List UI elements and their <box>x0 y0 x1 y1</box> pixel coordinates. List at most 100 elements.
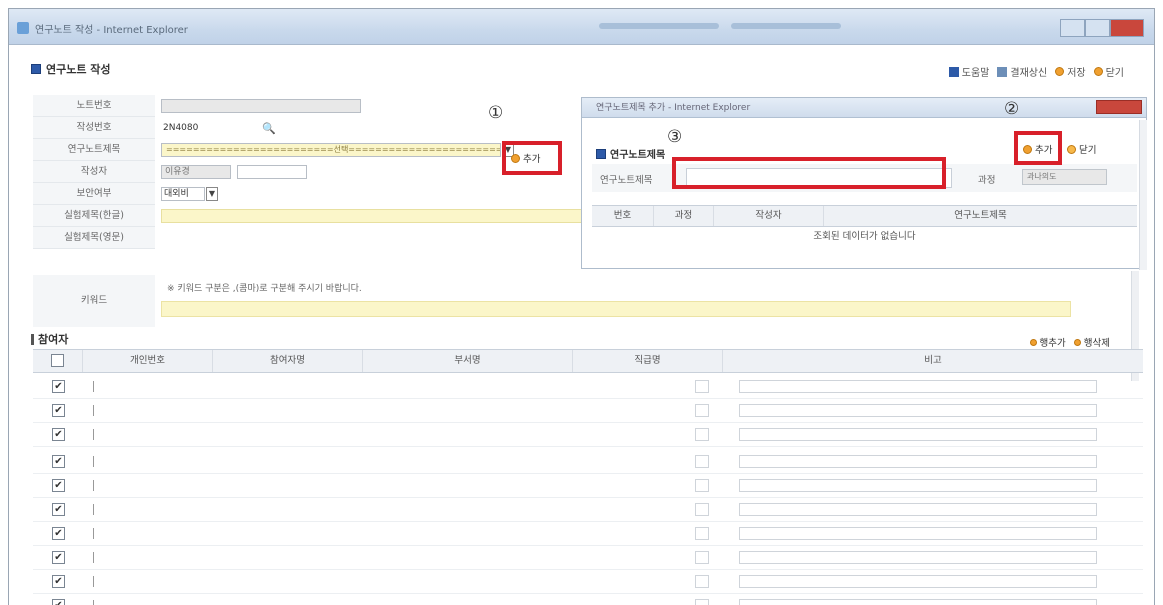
remarks-input[interactable] <box>739 404 1097 417</box>
remarks-input[interactable] <box>739 503 1097 516</box>
popup-close-button[interactable] <box>1096 100 1142 114</box>
maximize-button[interactable] <box>1084 19 1110 37</box>
form-row-exp-title-kr: 실험제목(한글) <box>33 205 583 227</box>
row-checkbox[interactable]: ✔ <box>52 503 65 516</box>
keyword-input[interactable] <box>161 301 1071 317</box>
add-row-button[interactable]: 행추가 <box>1029 335 1066 349</box>
col-remarks: 비고 <box>924 355 942 366</box>
row-checkbox[interactable]: ✔ <box>52 575 65 588</box>
row-checkbox[interactable]: ✔ <box>52 551 65 564</box>
position-lookup-button[interactable] <box>695 380 709 393</box>
participant-row: ✔ <box>33 498 1143 522</box>
orange-dot-icon <box>1067 144 1076 154</box>
delete-row-button[interactable]: 행삭제 <box>1073 335 1110 349</box>
save-button[interactable]: 저장 <box>1055 64 1086 79</box>
internet-explorer-icon <box>17 22 29 34</box>
position-lookup-button[interactable] <box>695 575 709 588</box>
row-checkbox[interactable]: ✔ <box>52 599 65 605</box>
annotation-number-1: ① <box>488 103 504 123</box>
keyword-hint: ※ 키워드 구분은 ,(콤마)로 구분해 주시기 바랍니다. <box>167 284 362 294</box>
remarks-input[interactable] <box>739 599 1097 605</box>
participant-row: ✔ <box>33 423 1143 447</box>
page-title-text: 연구노트 작성 <box>46 63 111 76</box>
creator-no-label: 작성번호 <box>33 117 155 139</box>
popup-empty-message: 조회된 데이터가 없습니다 <box>813 231 916 242</box>
minimize-button[interactable] <box>1060 19 1085 37</box>
note-no-field <box>161 99 361 113</box>
position-lookup-button[interactable] <box>695 599 709 605</box>
popup-scrollbar[interactable] <box>1139 120 1147 270</box>
add-title-button[interactable]: 추가 <box>511 151 540 165</box>
participant-row: ✔ <box>33 522 1143 546</box>
form-row-exp-title-en: 실험제목(영문) <box>33 227 583 249</box>
exp-title-kr-label: 실험제목(한글) <box>33 205 155 227</box>
row-checkbox[interactable]: ✔ <box>52 380 65 393</box>
remarks-input[interactable] <box>739 527 1097 540</box>
remarks-input[interactable] <box>739 551 1097 564</box>
select-all-cell <box>33 350 83 372</box>
approval-icon <box>997 66 1008 77</box>
row-checkbox[interactable]: ✔ <box>52 527 65 540</box>
popup-add-button[interactable]: 추가 <box>1023 142 1052 156</box>
select-all-checkbox[interactable] <box>51 354 64 367</box>
exp-title-kr-input[interactable] <box>161 209 583 223</box>
author-field: 이유경 <box>161 165 231 179</box>
popup-grid-header: 번호 과정 작성자 연구노트제목 <box>592 205 1137 227</box>
participant-row: ✔ <box>33 594 1143 605</box>
row-checkbox[interactable]: ✔ <box>52 479 65 492</box>
section-bar-icon <box>31 333 34 345</box>
row-text-cursor <box>93 429 94 440</box>
author-label: 작성자 <box>33 161 155 183</box>
position-lookup-button[interactable] <box>695 551 709 564</box>
browser-window: 연구노트 작성 - Internet Explorer 연구노트 작성 도움말 … <box>8 8 1155 605</box>
popup-dept-label: 과정 <box>978 175 996 186</box>
approval-button[interactable]: 결재상신 <box>997 64 1047 79</box>
position-lookup-button[interactable] <box>695 428 709 441</box>
row-checkbox[interactable]: ✔ <box>52 404 65 417</box>
remarks-input[interactable] <box>739 455 1097 468</box>
position-lookup-button[interactable] <box>695 503 709 516</box>
orange-dot-icon <box>1029 338 1037 346</box>
popup-titlebar: 연구노트제목 추가 - Internet Explorer <box>582 98 1146 118</box>
row-text-cursor <box>93 504 94 515</box>
position-lookup-button[interactable] <box>695 479 709 492</box>
author-extra-field[interactable] <box>237 165 307 179</box>
blurred-titlebar-text <box>599 23 719 29</box>
row-text-cursor <box>93 456 94 467</box>
col-department: 부서명 <box>363 350 573 372</box>
remarks-input[interactable] <box>739 428 1097 441</box>
row-text-cursor <box>93 405 94 416</box>
row-checkbox[interactable]: ✔ <box>52 428 65 441</box>
popup-dept-field: 과나의도 <box>1022 169 1107 185</box>
search-icon[interactable]: 🔍 <box>262 122 276 135</box>
highlight-box-3 <box>672 157 946 189</box>
row-text-cursor <box>93 552 94 563</box>
page-title: 연구노트 작성 <box>31 61 111 77</box>
position-lookup-button[interactable] <box>695 404 709 417</box>
position-lookup-button[interactable] <box>695 455 709 468</box>
help-button[interactable]: 도움말 <box>948 64 989 79</box>
research-title-label: 연구노트제목 <box>33 139 155 161</box>
remarks-input[interactable] <box>739 380 1097 393</box>
close-button[interactable] <box>1109 19 1144 37</box>
close-page-button[interactable]: 닫기 <box>1093 64 1124 79</box>
popup-heading-text: 연구노트제목 <box>610 150 666 161</box>
popup-col-author: 작성자 <box>714 206 824 226</box>
research-title-select[interactable]: =========================선택=============… <box>161 143 501 157</box>
keyword-label: 키워드 <box>33 275 155 327</box>
row-checkbox[interactable]: ✔ <box>52 455 65 468</box>
participant-row: ✔ <box>33 399 1143 423</box>
security-label: 보안여부 <box>33 183 155 205</box>
col-participant-name: 참여자명 <box>213 350 363 372</box>
form-row-author: 작성자 이유경 <box>33 161 583 183</box>
remarks-input[interactable] <box>739 575 1097 588</box>
add-row-label: 행추가 <box>1039 338 1066 349</box>
security-select[interactable]: 대외비 <box>161 187 205 201</box>
orange-dot-icon <box>1093 67 1103 76</box>
keyword-area: 키워드 ※ 키워드 구분은 ,(콤마)로 구분해 주시기 바랍니다. <box>33 275 1143 327</box>
chevron-down-icon[interactable]: ▼ <box>206 187 218 201</box>
position-lookup-button[interactable] <box>695 527 709 540</box>
popup-heading: 연구노트제목 <box>596 146 665 161</box>
remarks-input[interactable] <box>739 479 1097 492</box>
popup-close-text-button[interactable]: 닫기 <box>1067 142 1096 156</box>
